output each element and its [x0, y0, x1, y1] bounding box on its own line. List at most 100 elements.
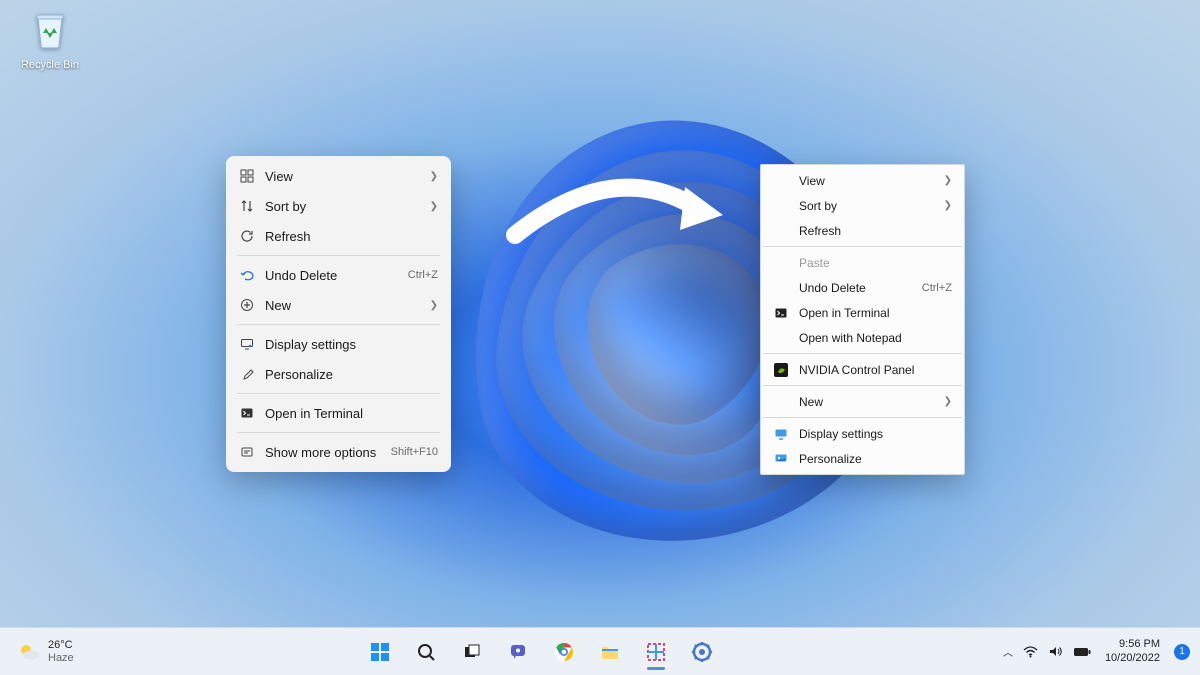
wifi-icon[interactable] — [1023, 644, 1038, 659]
menu-personalize-label: Personalize — [265, 367, 438, 382]
menu-display-label: Display settings — [799, 427, 952, 441]
search-icon — [416, 642, 436, 662]
nvidia-icon — [773, 363, 789, 377]
menu-undo[interactable]: Undo Delete Ctrl+Z — [231, 260, 446, 290]
desktop[interactable]: Recycle Bin View ❯ Sort by ❯ Refresh — [0, 0, 1200, 675]
annotation-arrow — [505, 175, 735, 265]
recycle-bin-label: Recycle Bin — [15, 59, 85, 71]
plus-icon — [239, 298, 255, 312]
windows-icon — [369, 641, 391, 663]
menu-refresh-label: Refresh — [799, 224, 952, 238]
system-tray[interactable]: ︿ — [1003, 644, 1091, 659]
weather-cond: Haze — [48, 652, 74, 664]
chevron-right-icon: ❯ — [944, 200, 952, 211]
separator — [763, 353, 962, 354]
refresh-icon — [239, 229, 255, 243]
undo-icon — [239, 268, 255, 282]
menu-more-options[interactable]: Show more options Shift+F10 — [231, 437, 446, 467]
menu-display[interactable]: Display settings — [761, 421, 964, 446]
recycle-bin-icon — [28, 8, 72, 52]
menu-nvidia[interactable]: NVIDIA Control Panel — [761, 357, 964, 382]
menu-new[interactable]: New ❯ — [761, 389, 964, 414]
separator — [237, 393, 440, 394]
menu-more-label: Show more options — [265, 445, 381, 460]
chevron-right-icon: ❯ — [944, 396, 952, 407]
menu-sortby[interactable]: Sort by ❯ — [761, 193, 964, 218]
weather-icon — [16, 639, 42, 665]
chevron-right-icon: ❯ — [430, 201, 438, 212]
snipping-button[interactable] — [636, 632, 676, 672]
sort-icon — [239, 199, 255, 213]
personalize-icon — [773, 452, 789, 466]
menu-undo-shortcut: Ctrl+Z — [408, 269, 438, 281]
separator — [763, 417, 962, 418]
chat-button[interactable] — [498, 632, 538, 672]
menu-more-shortcut: Shift+F10 — [391, 446, 438, 458]
menu-sortby-label: Sort by — [799, 199, 934, 213]
terminal-icon — [239, 406, 255, 420]
chrome-button[interactable] — [544, 632, 584, 672]
menu-terminal[interactable]: Open in Terminal — [761, 300, 964, 325]
snip-icon — [645, 641, 667, 663]
menu-sortby[interactable]: Sort by ❯ — [231, 191, 446, 221]
taskview-icon — [462, 642, 482, 662]
context-menu-classic: View ❯ Sort by ❯ Refresh Paste Undo Dele… — [760, 164, 965, 475]
menu-notepad-label: Open with Notepad — [799, 331, 952, 345]
menu-undo[interactable]: Undo Delete Ctrl+Z — [761, 275, 964, 300]
menu-new-label: New — [265, 298, 420, 313]
explorer-button[interactable] — [590, 632, 630, 672]
battery-icon[interactable] — [1073, 646, 1091, 658]
menu-refresh[interactable]: Refresh — [761, 218, 964, 243]
separator — [763, 385, 962, 386]
menu-notepad[interactable]: Open with Notepad — [761, 325, 964, 350]
taskbar-right: ︿ 9:56 PM 10/20/2022 1 — [1003, 638, 1190, 664]
grid-icon — [239, 169, 255, 183]
menu-view[interactable]: View ❯ — [231, 161, 446, 191]
display-icon — [773, 427, 789, 441]
menu-display[interactable]: Display settings — [231, 329, 446, 359]
menu-paste: Paste — [761, 250, 964, 275]
menu-refresh[interactable]: Refresh — [231, 221, 446, 251]
separator — [237, 324, 440, 325]
menu-undo-label: Undo Delete — [265, 268, 398, 283]
weather-widget[interactable]: 26°C Haze — [10, 635, 80, 669]
folder-icon — [599, 641, 621, 663]
separator — [237, 432, 440, 433]
taskview-button[interactable] — [452, 632, 492, 672]
display-icon — [239, 337, 255, 351]
menu-display-label: Display settings — [265, 337, 438, 352]
volume-icon[interactable] — [1048, 644, 1063, 659]
menu-personalize[interactable]: Personalize — [761, 446, 964, 471]
search-button[interactable] — [406, 632, 446, 672]
gear-icon — [691, 641, 713, 663]
taskbar: 26°C Haze — [0, 627, 1200, 675]
clock-date: 10/20/2022 — [1105, 652, 1160, 665]
clock[interactable]: 9:56 PM 10/20/2022 — [1105, 638, 1160, 664]
separator — [763, 246, 962, 247]
menu-personalize-label: Personalize — [799, 452, 952, 466]
menu-view-label: View — [799, 174, 934, 188]
chevron-right-icon: ❯ — [430, 300, 438, 311]
weather-temp: 26°C — [48, 639, 74, 651]
menu-undo-shortcut: Ctrl+Z — [922, 282, 952, 294]
separator — [237, 255, 440, 256]
menu-new[interactable]: New ❯ — [231, 290, 446, 320]
menu-terminal-label: Open in Terminal — [799, 306, 952, 320]
chevron-right-icon: ❯ — [430, 171, 438, 182]
menu-undo-label: Undo Delete — [799, 281, 912, 295]
context-menu-win11: View ❯ Sort by ❯ Refresh Undo Delete Ctr… — [226, 156, 451, 472]
menu-personalize[interactable]: Personalize — [231, 359, 446, 389]
recycle-bin[interactable]: Recycle Bin — [15, 8, 85, 71]
more-options-icon — [239, 445, 255, 459]
chevron-up-icon[interactable]: ︿ — [1003, 644, 1013, 659]
menu-view[interactable]: View ❯ — [761, 168, 964, 193]
menu-new-label: New — [799, 395, 934, 409]
notification-badge[interactable]: 1 — [1174, 644, 1190, 660]
clock-time: 9:56 PM — [1119, 638, 1160, 651]
menu-refresh-label: Refresh — [265, 229, 438, 244]
menu-paste-label: Paste — [799, 256, 952, 270]
brush-icon — [239, 367, 255, 381]
start-button[interactable] — [360, 632, 400, 672]
menu-terminal[interactable]: Open in Terminal — [231, 398, 446, 428]
settings-button[interactable] — [682, 632, 722, 672]
